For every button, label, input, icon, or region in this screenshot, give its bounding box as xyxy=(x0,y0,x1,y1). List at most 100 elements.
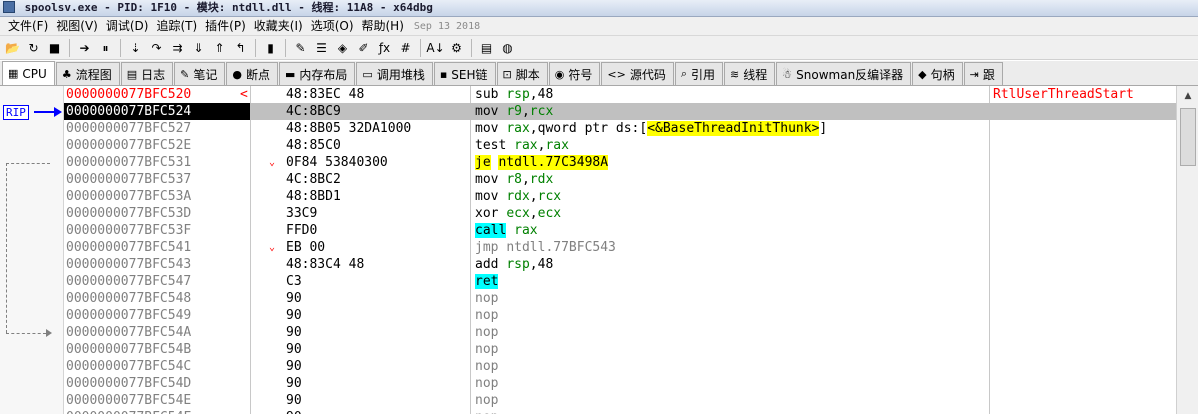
disassembly-table[interactable]: 0000000077BFC520 <48:83EC 48 sub rsp,48 Rtl… xyxy=(64,86,1176,414)
run-to-user-code-button[interactable]: ↰ xyxy=(231,38,250,57)
comment-cell[interactable] xyxy=(991,290,1176,307)
tab-notes[interactable]: ✎ 笔记 xyxy=(174,62,226,85)
instruction-cell[interactable]: mov rax,qword ptr ds:[<&BaseThreadInitTh… xyxy=(475,120,989,137)
instruction-cell[interactable]: nop xyxy=(475,409,989,414)
menu-options[interactable]: 选项(O) xyxy=(307,17,358,35)
comment-cell[interactable] xyxy=(991,409,1176,414)
comment-cell[interactable] xyxy=(991,307,1176,324)
tab-source[interactable]: <> 源代码 xyxy=(601,62,674,85)
step-over-button[interactable]: ↷ xyxy=(147,38,166,57)
address-cell[interactable]: 0000000077BFC541 xyxy=(64,239,250,256)
restart-button[interactable]: ↻ xyxy=(24,38,43,57)
tab-script[interactable]: ⊡ 脚本 xyxy=(496,62,548,85)
comment-cell[interactable] xyxy=(991,120,1176,137)
instruction-cell[interactable]: nop xyxy=(475,290,989,307)
disasm-row[interactable]: 0000000077BFC520 <48:83EC 48 sub rsp,48 Rtl… xyxy=(64,86,1176,103)
address-cell[interactable]: 0000000077BFC549 xyxy=(64,307,250,324)
execute-till-return-button[interactable]: ⇑ xyxy=(210,38,229,57)
address-cell[interactable]: 0000000077BFC54B xyxy=(64,341,250,358)
bytes-cell[interactable]: 90 xyxy=(286,324,470,341)
tab-call-stack[interactable]: ▭ 调用堆栈 xyxy=(356,62,433,85)
instruction-cell[interactable]: ret xyxy=(475,273,989,290)
bytes-cell[interactable]: 90 xyxy=(286,409,470,414)
patches-button[interactable]: ✎ xyxy=(291,38,310,57)
address-cell[interactable]: 0000000077BFC537 xyxy=(64,171,250,188)
instruction-cell[interactable]: mov rdx,rcx xyxy=(475,188,989,205)
instruction-cell[interactable]: je ntdll.77C3498A xyxy=(475,154,989,171)
instruction-cell[interactable]: test rax,rax xyxy=(475,137,989,154)
tab-log[interactable]: ▤ 日志 xyxy=(120,62,174,85)
instruction-cell[interactable]: nop xyxy=(475,307,989,324)
comment-cell[interactable] xyxy=(991,256,1176,273)
tab-references[interactable]: ⌕ 引用 xyxy=(674,62,724,85)
disasm-row[interactable]: 0000000077BFC543 48:83C4 48 add rsp,48 xyxy=(64,256,1176,273)
menu-file[interactable]: 文件(F) xyxy=(4,17,52,35)
instruction-cell[interactable]: nop xyxy=(475,341,989,358)
tab-symbols[interactable]: ◉ 符号 xyxy=(548,62,601,85)
disasm-row[interactable]: 0000000077BFC53F FFD0 call rax xyxy=(64,222,1176,239)
disasm-row[interactable]: 0000000077BFC537 4C:8BC2 mov r8,rdx xyxy=(64,171,1176,188)
trace-into-button[interactable]: ⇉ xyxy=(168,38,187,57)
comment-cell[interactable] xyxy=(991,324,1176,341)
menu-view[interactable]: 视图(V) xyxy=(52,17,102,35)
bytes-cell[interactable]: 90 xyxy=(286,392,470,409)
address-cell[interactable]: 0000000077BFC548 xyxy=(64,290,250,307)
scroll-thumb[interactable] xyxy=(1180,108,1196,166)
address-cell[interactable]: 0000000077BFC524 xyxy=(64,103,250,120)
tab-memory-map[interactable]: ▬ 内存布局 xyxy=(278,62,356,85)
menu-favourites[interactable]: 收藏夹(I) xyxy=(250,17,307,35)
instruction-cell[interactable]: nop xyxy=(475,358,989,375)
disasm-row[interactable]: 0000000077BFC54A 90 nop xyxy=(64,324,1176,341)
disasm-row[interactable]: 0000000077BFC531 ⌄ 0F84 53840300 je ntdll.7… xyxy=(64,154,1176,171)
instruction-cell[interactable]: nop xyxy=(475,324,989,341)
disasm-row[interactable]: 0000000077BFC549 90 nop xyxy=(64,307,1176,324)
disasm-row[interactable]: 0000000077BFC548 90 nop xyxy=(64,290,1176,307)
instruction-cell[interactable]: add rsp,48 xyxy=(475,256,989,273)
disasm-row[interactable]: 0000000077BFC547 C3 ret xyxy=(64,273,1176,290)
instruction-cell[interactable]: xor ecx,ecx xyxy=(475,205,989,222)
bookmarks-button[interactable]: ✐ xyxy=(354,38,373,57)
comment-cell[interactable] xyxy=(991,205,1176,222)
address-cell[interactable]: 0000000077BFC54E xyxy=(64,392,250,409)
bytes-cell[interactable]: 48:85C0 xyxy=(286,137,470,154)
comment-cell[interactable] xyxy=(991,341,1176,358)
bytes-cell[interactable]: 48:8B05 32DA1000 xyxy=(286,120,470,137)
bytes-cell[interactable]: 90 xyxy=(286,358,470,375)
instruction-cell[interactable]: sub rsp,48 xyxy=(475,86,989,103)
tab-threads[interactable]: ≋ 线程 xyxy=(724,62,776,85)
disasm-row[interactable]: 0000000077BFC53D 33C9 xor ecx,ecx xyxy=(64,205,1176,222)
address-cell[interactable]: 0000000077BFC547 xyxy=(64,273,250,290)
bytes-cell[interactable]: 48:8BD1 xyxy=(286,188,470,205)
pause-button[interactable]: ⏸ xyxy=(96,38,115,57)
bytes-cell[interactable]: 4C:8BC9 xyxy=(286,103,470,120)
address-cell[interactable]: 0000000077BFC53F xyxy=(64,222,250,239)
scroll-up-icon[interactable]: ▲ xyxy=(1180,88,1196,104)
comment-cell[interactable] xyxy=(991,103,1176,120)
address-cell[interactable]: 0000000077BFC520 xyxy=(64,86,250,103)
globe-button[interactable]: ◍ xyxy=(498,38,517,57)
comment-cell[interactable] xyxy=(991,273,1176,290)
disasm-row[interactable]: 0000000077BFC52E 48:85C0 test rax,rax xyxy=(64,137,1176,154)
comment-cell[interactable] xyxy=(991,375,1176,392)
vertical-scrollbar[interactable]: ▲ xyxy=(1176,86,1198,414)
address-cell[interactable]: 0000000077BFC543 xyxy=(64,256,250,273)
comment-cell[interactable] xyxy=(991,222,1176,239)
scylla-button[interactable]: ▮ xyxy=(261,38,280,57)
address-cell[interactable]: 0000000077BFC54C xyxy=(64,358,250,375)
instruction-cell[interactable]: nop xyxy=(475,392,989,409)
calculator-button[interactable]: ▤ xyxy=(477,38,496,57)
disasm-row[interactable]: 0000000077BFC54E 90 nop xyxy=(64,392,1176,409)
comment-cell[interactable]: RtlUserThreadStart xyxy=(991,86,1176,103)
tab-snowman[interactable]: ☃ Snowman反编译器 xyxy=(776,62,912,85)
tab-handles[interactable]: ◆ 句柄 xyxy=(912,62,963,85)
bytes-cell[interactable]: 90 xyxy=(286,375,470,392)
bytes-cell[interactable]: 4C:8BC2 xyxy=(286,171,470,188)
labels-button[interactable]: ◈ xyxy=(333,38,352,57)
disasm-row[interactable]: 0000000077BFC541 ⌄ EB 00 jmp ntdll.77BFC543 xyxy=(64,239,1176,256)
address-cell[interactable]: 0000000077BFC54D xyxy=(64,375,250,392)
font-button[interactable]: A↓ xyxy=(426,38,445,57)
hash-button[interactable]: # xyxy=(396,38,415,57)
tab-trace[interactable]: ⇥ 跟 xyxy=(963,62,1003,85)
instruction-cell[interactable]: call rax xyxy=(475,222,989,239)
address-cell[interactable]: 0000000077BFC53D xyxy=(64,205,250,222)
